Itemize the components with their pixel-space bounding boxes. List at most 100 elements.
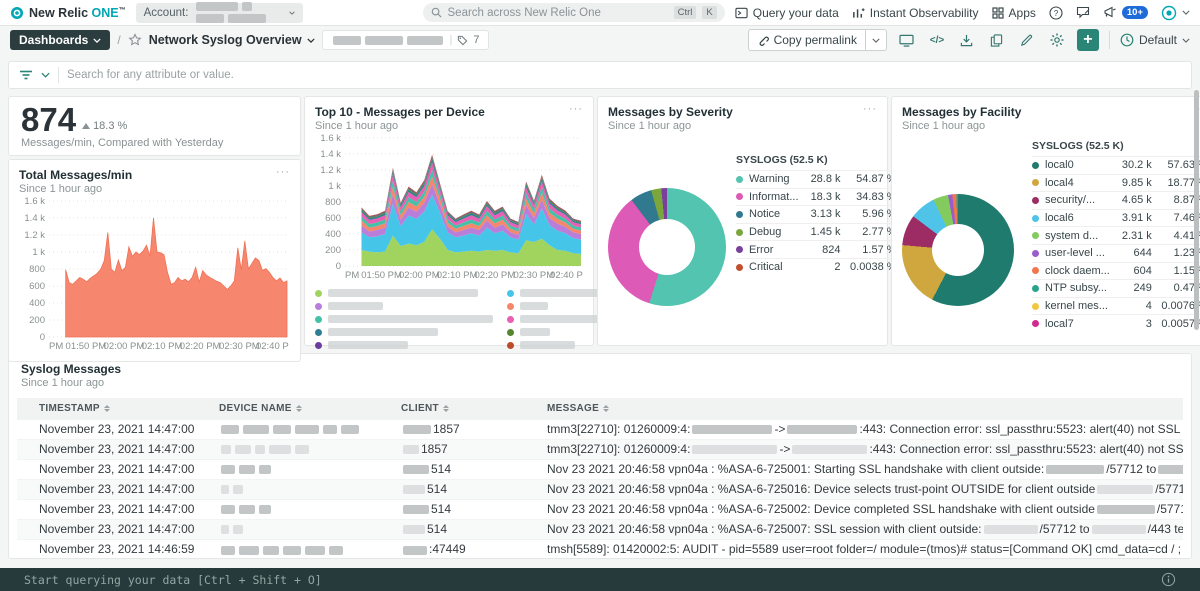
legend-row[interactable]: NTP subsy...2490.47 % <box>1032 279 1200 297</box>
duplicate-button[interactable] <box>987 30 1007 50</box>
panel-menu-button[interactable]: ··· <box>569 103 583 115</box>
legend-row[interactable]: Informat...18.3 k34.83 % <box>736 188 897 206</box>
legend-row[interactable]: local63.91 k7.46 % <box>1032 209 1200 227</box>
announcements-button[interactable]: 10+ <box>1103 6 1148 19</box>
legend-row[interactable]: security/...4.65 k8.87 % <box>1032 191 1200 209</box>
tv-mode-button[interactable] <box>897 30 917 50</box>
edit-button[interactable] <box>1017 30 1037 50</box>
facility-donut-chart[interactable] <box>902 194 1014 306</box>
table-row[interactable]: November 23, 2021 14:47:00514Nov 23 2021… <box>17 479 1183 499</box>
panel-subtitle: Since 1 hour ago <box>315 120 583 132</box>
cell-client: 514 <box>395 519 541 539</box>
export-download-button[interactable] <box>957 30 977 50</box>
search-icon <box>431 7 442 18</box>
legend-row[interactable]: user-level ...6441.23 % <box>1032 244 1200 262</box>
key-k: K <box>702 6 716 19</box>
svg-text:1 k: 1 k <box>32 247 45 258</box>
user-menu[interactable] <box>1161 5 1190 21</box>
table-row[interactable]: November 23, 2021 14:46:59:47449tmsh[558… <box>17 539 1183 559</box>
favorite-star-icon[interactable] <box>128 33 142 47</box>
info-icon[interactable] <box>1161 572 1176 587</box>
table-row[interactable]: November 23, 2021 14:47:00514Nov 23 2021… <box>17 459 1183 479</box>
panel-menu-button[interactable]: ··· <box>863 103 877 115</box>
total-messages-chart[interactable]: 1.6 k1.4 k1.2 k1 k8006004002000PM01:50 P… <box>19 195 289 353</box>
column-header-timestamp[interactable]: TIMESTAMP <box>17 398 213 419</box>
cell-timestamp: November 23, 2021 14:47:00 <box>17 479 213 499</box>
copy-icon <box>990 34 1003 47</box>
legend-item[interactable] <box>315 289 493 297</box>
feedback-button[interactable] <box>1076 6 1090 19</box>
query-your-data-button[interactable]: Query your data <box>735 6 839 20</box>
panel-menu-button[interactable]: ··· <box>276 166 290 178</box>
page-scrollbar[interactable] <box>1194 90 1199 330</box>
key-ctrl: Ctrl <box>674 6 697 19</box>
table-row[interactable]: November 23, 2021 14:47:001857tmm3[22710… <box>17 419 1183 439</box>
filter-placeholder: Search for any attribute or value. <box>67 69 234 81</box>
apps-button[interactable]: Apps <box>992 6 1036 20</box>
query-status-bar[interactable]: Start querying your data [Ctrl + Shift +… <box>0 568 1200 591</box>
table-row[interactable]: November 23, 2021 14:47:00514Nov 23 2021… <box>17 519 1183 539</box>
legend-item[interactable] <box>315 341 493 349</box>
column-header-device-name[interactable]: DEVICE NAME <box>213 398 395 419</box>
legend-row[interactable]: Warning28.8 k54.87 % <box>736 170 897 188</box>
legend-item[interactable] <box>315 315 493 323</box>
search-placeholder: Search across New Relic One <box>448 7 668 19</box>
top10-devices-chart[interactable]: 1.6 k1.4 k1.2 k1 k8006004002000PM01:50 P… <box>315 132 583 282</box>
cell-client: 514 <box>395 459 541 479</box>
table-row[interactable]: November 23, 2021 14:47:001857tmm3[22710… <box>17 439 1183 459</box>
legend-row[interactable]: local030.2 k57.63 % <box>1032 156 1200 174</box>
dashboard-title-menu[interactable]: Network Syslog Overview <box>149 33 315 47</box>
cell-message: Nov 23 2021 20:46:58 vpn04a : %ASA-6-725… <box>541 499 1183 519</box>
cell-message: Nov 23 2021 20:46:58 vpn04a : %ASA-6-725… <box>541 459 1183 479</box>
new-relic-logo[interactable]: New Relic ONE™ <box>10 6 126 20</box>
add-widget-button[interactable]: + <box>1077 29 1099 51</box>
settings-button[interactable] <box>1047 30 1067 50</box>
cell-device-name <box>213 439 395 459</box>
billboard-panel: 874 18.3 % Messages/min, Compared with Y… <box>8 96 301 156</box>
syslog-table: TIMESTAMPDEVICE NAMECLIENTMESSAGE Novemb… <box>17 398 1183 559</box>
legend-row[interactable]: Error8241.57 % <box>736 240 897 258</box>
time-picker[interactable]: Default <box>1120 33 1190 47</box>
syslog-messages-panel: Syslog Messages Since 1 hour ago TIMESTA… <box>8 353 1192 559</box>
legend-row[interactable]: local730.0057 % <box>1032 314 1200 332</box>
delta-up-icon <box>82 123 90 129</box>
column-header-client[interactable]: CLIENT <box>395 398 541 419</box>
legend-item[interactable] <box>315 328 493 336</box>
help-button[interactable]: ? <box>1049 6 1063 20</box>
stat-caption: Messages/min, Compared with Yesterday <box>21 137 288 149</box>
legend-row[interactable]: Critical20.0038 % <box>736 258 897 276</box>
avatar-icon <box>1161 5 1177 21</box>
cell-device-name <box>213 479 395 499</box>
view-code-button[interactable]: </> <box>927 30 947 50</box>
severity-donut-chart[interactable] <box>608 188 726 306</box>
svg-text:200: 200 <box>29 315 45 326</box>
copy-permalink-button[interactable]: Copy permalink <box>748 29 887 51</box>
svg-text:1.4 k: 1.4 k <box>320 149 341 160</box>
legend-row[interactable]: clock daem...6041.15 % <box>1032 262 1200 280</box>
legend-row[interactable]: kernel mes...40.0076 % <box>1032 297 1200 315</box>
cell-message: tmm3[22710]: 01260009:4:->:443: Connecti… <box>541 439 1183 459</box>
svg-text:0: 0 <box>40 332 45 343</box>
clock-icon <box>1120 33 1134 47</box>
new-relic-logo-icon <box>10 6 24 20</box>
svg-text:400: 400 <box>29 298 45 309</box>
global-search-input[interactable]: Search across New Relic One Ctrl K <box>423 3 725 22</box>
attribute-filter-bar[interactable]: Search for any attribute or value. <box>8 61 1192 89</box>
legend-item[interactable] <box>315 302 493 310</box>
legend-row[interactable]: system d...2.31 k4.41 % <box>1032 226 1200 244</box>
svg-text:1.6 k: 1.6 k <box>320 133 341 144</box>
legend-row[interactable]: Debug1.45 k2.77 % <box>736 223 897 241</box>
cell-device-name <box>213 459 395 479</box>
svg-text:01:50 PM: 01:50 PM <box>66 341 107 352</box>
legend-row[interactable]: Notice3.13 k5.96 % <box>736 205 897 223</box>
account-switcher[interactable]: Account: <box>136 3 303 23</box>
column-header-message[interactable]: MESSAGE <box>541 398 1183 419</box>
svg-text:02:00 PM: 02:00 PM <box>104 341 145 352</box>
table-row[interactable]: November 23, 2021 14:47:00514Nov 23 2021… <box>17 499 1183 519</box>
dashboards-menu-button[interactable]: Dashboards <box>10 30 110 50</box>
chevron-down-icon <box>93 38 101 43</box>
instant-observability-button[interactable]: Instant Observability <box>852 6 979 20</box>
dashboard-meta-pill[interactable]: | 7 <box>322 30 489 50</box>
cell-timestamp: November 23, 2021 14:47:00 <box>17 419 213 439</box>
legend-row[interactable]: local49.85 k18.77 % <box>1032 174 1200 192</box>
